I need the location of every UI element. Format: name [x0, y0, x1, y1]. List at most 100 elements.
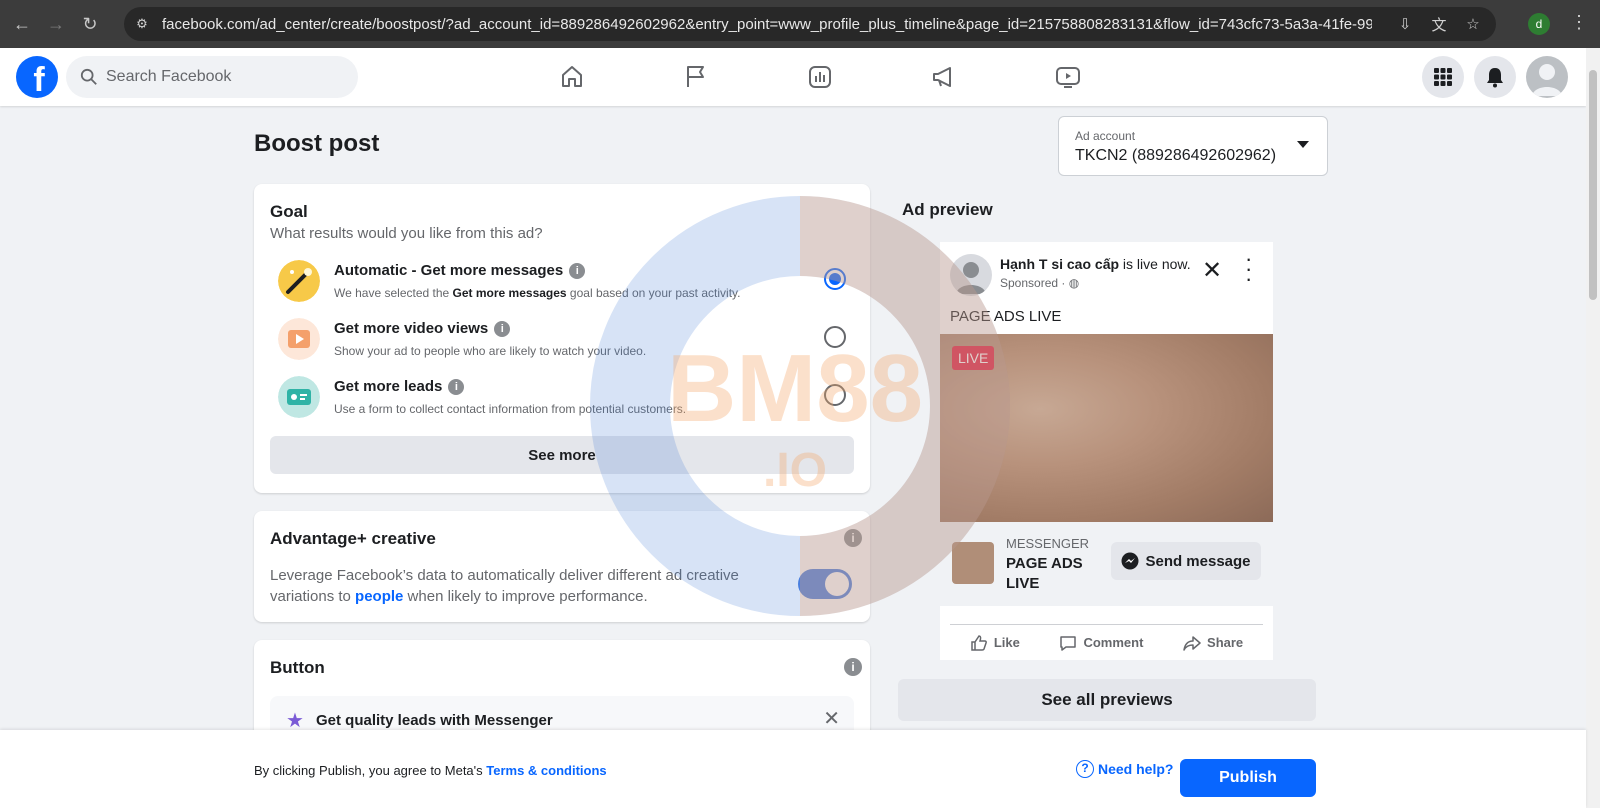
- browser-profile-avatar[interactable]: d: [1528, 13, 1550, 35]
- info-icon[interactable]: i: [844, 658, 862, 676]
- goal-radio[interactable]: [824, 384, 846, 406]
- comment-icon: [1060, 635, 1077, 651]
- question-icon: ?: [1076, 760, 1094, 778]
- globe-icon: ◍: [1068, 276, 1080, 290]
- post-header-text: Hạnh T si cao cấp is live now.: [1000, 256, 1191, 272]
- search-icon: [80, 68, 97, 85]
- goal-option-video-views[interactable]: Get more video views i Show your ad to pe…: [278, 318, 854, 368]
- advantage-creative-card: Advantage+ creative i Leverage Facebook’…: [254, 511, 870, 622]
- more-options-icon[interactable]: · · ·: [1245, 248, 1253, 290]
- notifications-button[interactable]: [1474, 56, 1516, 98]
- need-help-link[interactable]: ? Need help?: [1076, 760, 1173, 778]
- info-icon[interactable]: i: [569, 263, 586, 279]
- search-box[interactable]: [66, 56, 358, 98]
- page-scrollbar[interactable]: [1586, 48, 1600, 808]
- back-arrow-icon[interactable]: ←: [10, 12, 34, 36]
- goal-subtitle: What results would you like from this ad…: [270, 225, 543, 242]
- grid-icon: [1434, 68, 1452, 86]
- cta-title: PAGE ADS LIVE: [1006, 555, 1083, 592]
- info-icon[interactable]: i: [494, 321, 511, 337]
- see-more-button[interactable]: See more: [270, 436, 854, 474]
- like-button[interactable]: Like: [970, 634, 1020, 652]
- post-actions: Like Comment Share: [950, 624, 1263, 660]
- dropdown-caret-icon: [1297, 141, 1309, 148]
- live-badge: LIVE: [952, 346, 995, 370]
- flag-icon: [687, 66, 704, 87]
- close-icon[interactable]: ✕: [823, 706, 840, 731]
- publish-button[interactable]: Publish: [1180, 759, 1316, 797]
- chart-icon: [809, 66, 831, 88]
- close-icon[interactable]: ✕: [1202, 256, 1222, 285]
- goal-option-desc: Use a form to collect contact informatio…: [334, 402, 687, 416]
- home-icon: [562, 66, 582, 87]
- video-play-icon: [278, 318, 320, 360]
- see-all-previews-button[interactable]: See all previews: [898, 679, 1316, 721]
- goal-option-leads[interactable]: Get more leads i Use a form to collect co…: [278, 376, 854, 426]
- goal-radio-selected[interactable]: [824, 268, 846, 290]
- ad-account-label: Ad account: [1075, 129, 1136, 143]
- forward-arrow-icon[interactable]: →: [44, 12, 68, 36]
- goal-option-messages[interactable]: Automatic - Get more messages i We have s…: [278, 260, 854, 310]
- ad-account-value: TKCN2 (889286492602962): [1075, 147, 1277, 164]
- send-message-button[interactable]: Send message: [1111, 542, 1261, 580]
- facebook-logo-icon[interactable]: f: [16, 56, 58, 98]
- info-icon[interactable]: i: [448, 379, 465, 395]
- address-bar[interactable]: ⚙ facebook.com/ad_center/create/boostpos…: [124, 7, 1496, 41]
- bell-icon: [1487, 68, 1503, 88]
- home-nav[interactable]: [510, 56, 634, 98]
- cta-thumbnail: [952, 542, 994, 584]
- ads-nav[interactable]: [882, 56, 1006, 98]
- advantage-toggle[interactable]: [798, 569, 852, 599]
- ad-account-select[interactable]: Ad account TKCN2 (889286492602962): [1058, 116, 1328, 176]
- install-app-icon[interactable]: ⇩: [1396, 15, 1414, 33]
- live-video-thumbnail[interactable]: LIVE: [940, 334, 1273, 522]
- sponsored-label: Sponsored · ◍: [1000, 276, 1080, 290]
- user-icon: [1532, 64, 1562, 96]
- terms-notice: By clicking Publish, you agree to Meta's…: [254, 763, 607, 778]
- terms-link[interactable]: Terms & conditions: [486, 763, 606, 778]
- advantage-desc: Leverage Facebook’s data to automaticall…: [270, 567, 739, 605]
- lead-card-icon: [278, 376, 320, 418]
- goal-option-desc: We have selected the Get more messages g…: [334, 286, 741, 300]
- search-input[interactable]: [106, 68, 336, 86]
- advantage-title: Advantage+ creative: [270, 529, 436, 548]
- browser-menu-icon[interactable]: ⋮: [1570, 12, 1588, 33]
- goal-option-desc: Show your ad to people who are likely to…: [334, 344, 647, 358]
- video-icon: [1056, 67, 1080, 88]
- ad-preview-heading: Ad preview: [902, 200, 993, 219]
- cta-kicker: MESSENGER: [1006, 536, 1090, 551]
- reload-icon[interactable]: ↻: [78, 12, 102, 36]
- goal-option-title: Automatic - Get more messages: [334, 262, 564, 279]
- messenger-icon: [1121, 552, 1139, 570]
- button-section-title: Button: [270, 658, 325, 677]
- goal-card: Goal What results would you like from th…: [254, 184, 870, 493]
- page-title: Boost post: [254, 130, 380, 157]
- share-icon: [1183, 635, 1201, 651]
- url-text[interactable]: facebook.com/ad_center/create/boostpost/…: [162, 16, 1372, 33]
- video-nav[interactable]: [1006, 56, 1130, 98]
- share-button[interactable]: Share: [1183, 634, 1243, 652]
- goal-title: Goal: [270, 202, 308, 221]
- browser-toolbar: ← → ↻ ⚙ facebook.com/ad_center/create/bo…: [0, 0, 1600, 48]
- account-avatar[interactable]: [1526, 56, 1568, 98]
- people-link[interactable]: people: [355, 588, 403, 605]
- menu-grid-button[interactable]: [1422, 56, 1464, 98]
- translate-icon[interactable]: 文: [1430, 15, 1448, 34]
- publish-footer: By clicking Publish, you agree to Meta's…: [0, 730, 1586, 808]
- tip-text: Get quality leads with Messenger: [316, 712, 553, 729]
- comment-button[interactable]: Comment: [1059, 634, 1143, 652]
- site-settings-icon[interactable]: ⚙: [132, 14, 152, 34]
- facebook-header: f: [0, 48, 1586, 106]
- info-icon[interactable]: i: [844, 529, 862, 547]
- megaphone-icon: [933, 67, 951, 87]
- goal-option-title: Get more video views: [334, 320, 489, 337]
- pages-nav[interactable]: [634, 56, 758, 98]
- page-avatar: [950, 254, 992, 296]
- post-caption: PAGE ADS LIVE: [950, 308, 1062, 325]
- main-nav: [510, 56, 1130, 98]
- insights-nav[interactable]: [758, 56, 882, 98]
- goal-radio[interactable]: [824, 326, 846, 348]
- ad-preview-post: Hạnh T si cao cấp is live now. Sponsored…: [940, 242, 1273, 660]
- magic-wand-icon: [278, 260, 320, 302]
- bookmark-star-icon[interactable]: ☆: [1464, 15, 1482, 33]
